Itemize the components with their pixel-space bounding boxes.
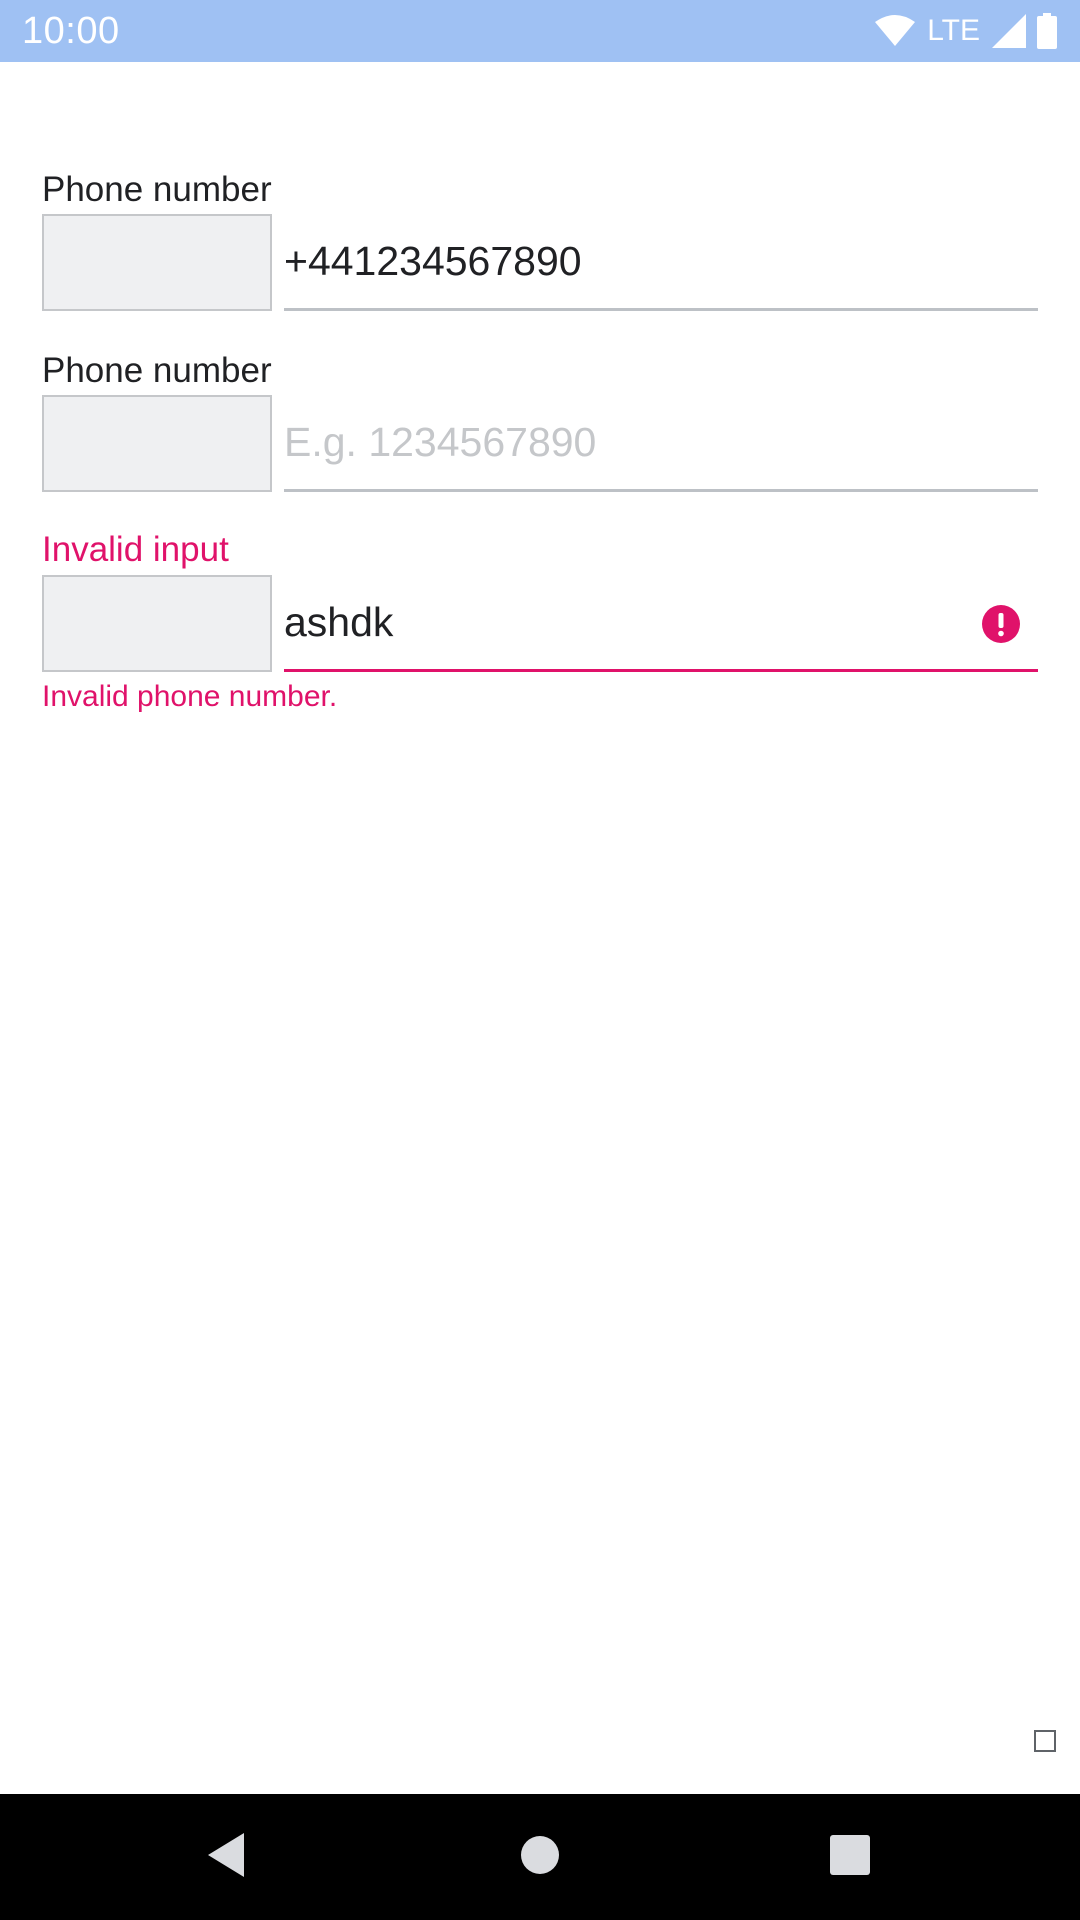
status-icons: LTE bbox=[875, 13, 1058, 49]
navigation-bar bbox=[0, 1794, 1080, 1920]
field-label: Phone number bbox=[42, 351, 272, 390]
phone-number-input[interactable] bbox=[284, 214, 1038, 308]
screen: 10:00 LTE Phone number +441234567890 Pho… bbox=[0, 0, 1080, 1920]
phone-number-input[interactable] bbox=[284, 395, 1038, 489]
home-icon bbox=[519, 1834, 561, 1881]
phone-number-field bbox=[284, 214, 1038, 311]
country-code-selector[interactable] bbox=[42, 575, 272, 672]
field-label: Phone number bbox=[42, 170, 272, 209]
battery-icon bbox=[1036, 13, 1058, 49]
back-icon bbox=[204, 1831, 248, 1884]
field-label-error: Invalid input bbox=[42, 530, 229, 569]
cellular-signal-icon bbox=[992, 14, 1026, 48]
country-code-selector[interactable] bbox=[42, 214, 272, 311]
country-code-selector[interactable] bbox=[42, 395, 272, 492]
error-icon bbox=[982, 605, 1020, 643]
error-message: Invalid phone number. bbox=[42, 680, 338, 713]
status-time: 10:00 bbox=[22, 9, 120, 52]
status-bar: 10:00 LTE bbox=[0, 0, 1080, 62]
phone-number-field bbox=[284, 395, 1038, 492]
input-underline-error bbox=[284, 669, 1038, 672]
phone-number-input[interactable] bbox=[284, 575, 1038, 669]
recents-button[interactable] bbox=[790, 1794, 910, 1920]
input-underline bbox=[284, 489, 1038, 492]
back-button[interactable] bbox=[166, 1794, 286, 1920]
wifi-icon bbox=[875, 15, 916, 47]
network-type-label: LTE bbox=[927, 14, 980, 47]
corner-square-icon bbox=[1034, 1730, 1056, 1752]
phone-number-field bbox=[284, 575, 1038, 672]
home-button[interactable] bbox=[480, 1794, 600, 1920]
input-underline bbox=[284, 308, 1038, 311]
recents-icon bbox=[829, 1834, 871, 1881]
